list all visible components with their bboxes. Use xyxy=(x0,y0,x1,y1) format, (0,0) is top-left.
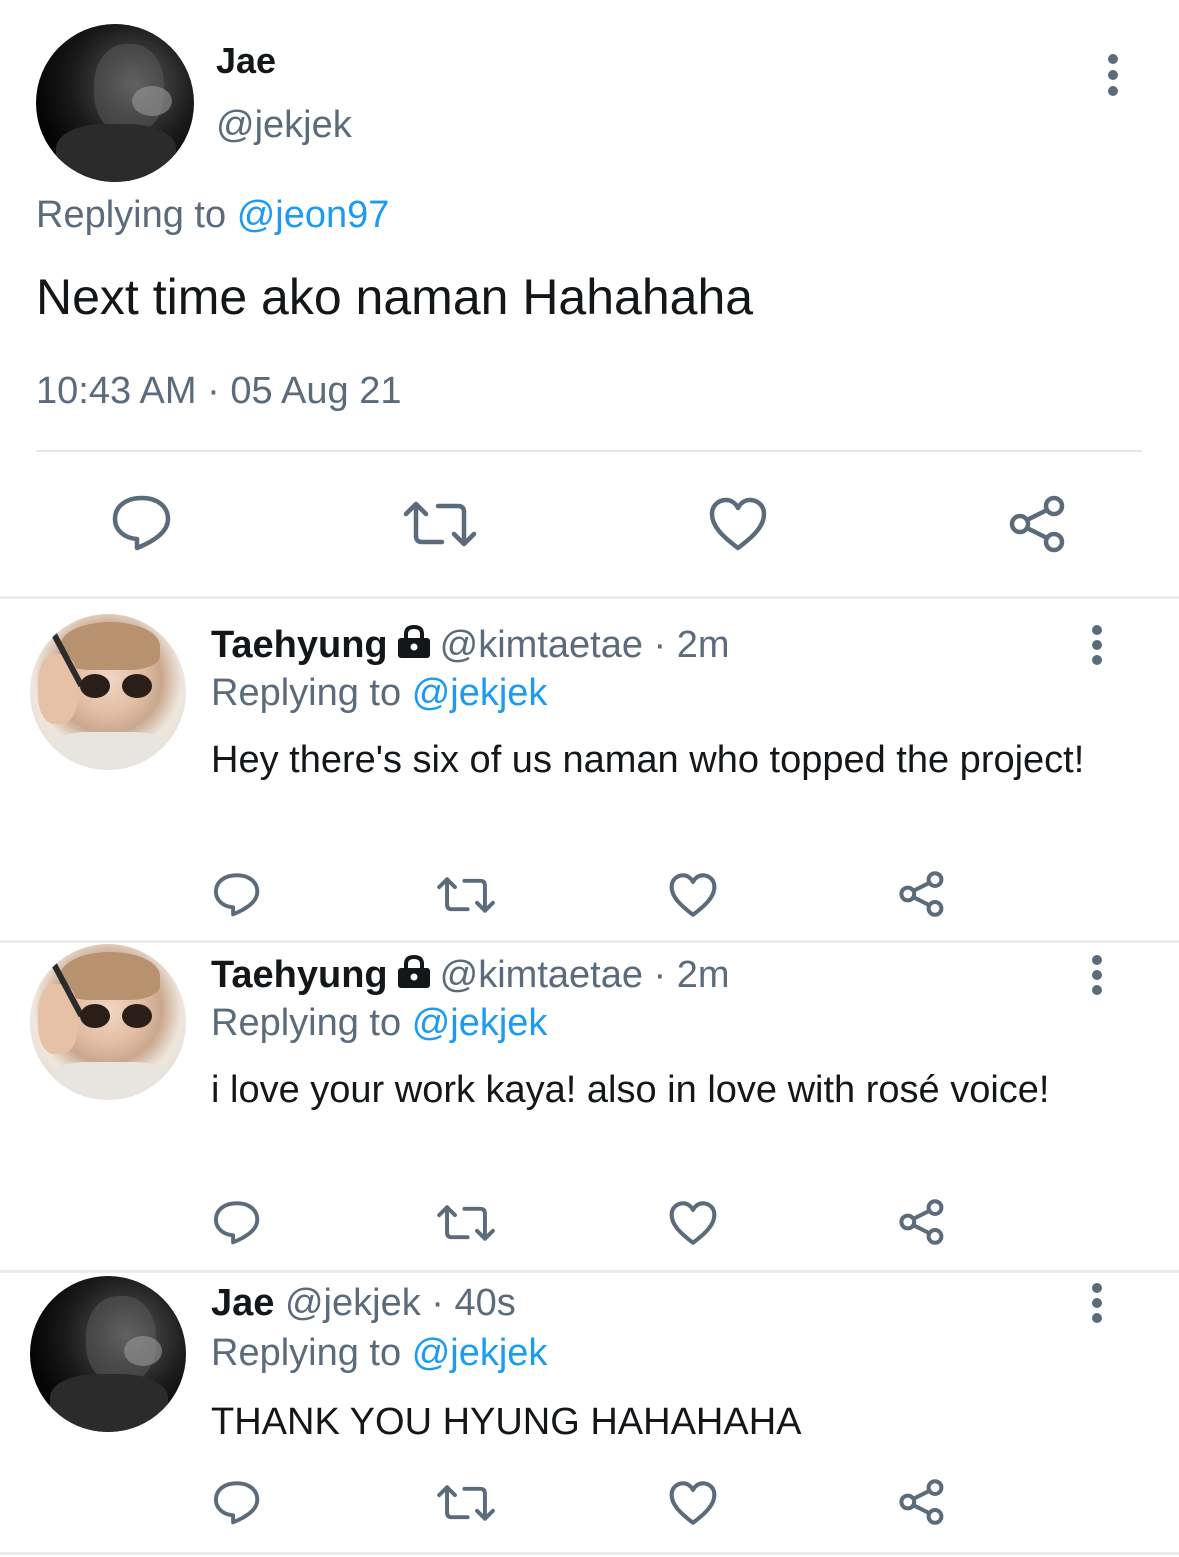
reply-time: · 40s xyxy=(431,1282,516,1324)
like-icon[interactable] xyxy=(668,1480,718,1526)
tweet-text: Next time ako naman Hahahaha xyxy=(36,269,754,325)
author-handle[interactable]: @jekjek xyxy=(285,1282,421,1324)
like-icon[interactable] xyxy=(668,872,718,918)
reply-header: Taehyung @kimtaetae · 2m xyxy=(211,954,730,997)
like-icon[interactable] xyxy=(708,496,768,552)
share-icon[interactable] xyxy=(898,1478,948,1526)
lock-icon xyxy=(394,955,434,989)
reply-header: Taehyung @kimtaetae · 2m xyxy=(211,624,730,667)
replying-label: Replying to xyxy=(211,1332,402,1374)
reply-icon[interactable] xyxy=(212,1478,262,1526)
share-icon[interactable] xyxy=(898,1198,948,1246)
replying-to-link[interactable]: @jekjek xyxy=(412,1002,548,1044)
reply-time: · 2m xyxy=(653,624,730,666)
retweet-icon[interactable] xyxy=(436,876,496,914)
replying-to: Replying to @jekjek xyxy=(211,1332,547,1375)
retweet-icon[interactable] xyxy=(436,1484,496,1522)
more-options-icon[interactable] xyxy=(1084,954,1110,996)
more-options-icon[interactable] xyxy=(1084,1282,1110,1324)
avatar[interactable] xyxy=(30,944,186,1100)
replying-label: Replying to xyxy=(36,194,227,236)
avatar[interactable] xyxy=(36,24,194,182)
retweet-icon[interactable] xyxy=(436,1204,496,1242)
avatar[interactable] xyxy=(30,1276,186,1432)
section-divider xyxy=(0,596,1179,599)
tweet-timestamp: 10:43 AM · 05 Aug 21 xyxy=(36,370,402,412)
author-handle[interactable]: @kimtaetae xyxy=(440,624,643,666)
like-icon[interactable] xyxy=(668,1200,718,1246)
section-divider xyxy=(0,940,1179,943)
reply-time: · 2m xyxy=(653,954,730,996)
reply-icon[interactable] xyxy=(212,1198,262,1246)
reply-text: THANK YOU HYUNG HAHAHAHA xyxy=(211,1401,802,1443)
author-name[interactable]: Taehyung xyxy=(211,954,388,996)
action-bar xyxy=(0,868,1179,924)
action-bar xyxy=(0,1196,1179,1252)
share-icon[interactable] xyxy=(1008,494,1070,554)
reply-text: Hey there's six of us naman who topped t… xyxy=(211,739,1085,781)
replying-to: Replying to @jekjek xyxy=(211,1002,547,1045)
reply-text: i love your work kaya! also in love with… xyxy=(211,1069,1050,1111)
reply-header: Jae @jekjek · 40s xyxy=(211,1282,516,1325)
action-bar xyxy=(0,488,1179,560)
author-name[interactable]: Taehyung xyxy=(211,624,388,666)
author-name[interactable]: Jae xyxy=(216,40,276,82)
replying-label: Replying to xyxy=(211,672,402,714)
more-options-icon[interactable] xyxy=(1098,52,1128,98)
author-handle[interactable]: @jekjek xyxy=(216,104,352,147)
author-name[interactable]: Jae xyxy=(211,1282,274,1324)
reply-icon[interactable] xyxy=(212,870,262,918)
replying-label: Replying to xyxy=(211,1002,402,1044)
action-bar xyxy=(0,1476,1179,1532)
replying-to: Replying to @jeon97 xyxy=(36,194,389,237)
reply-icon[interactable] xyxy=(110,492,174,552)
lock-icon xyxy=(394,625,434,659)
avatar[interactable] xyxy=(30,614,186,770)
author-handle[interactable]: @kimtaetae xyxy=(440,954,643,996)
replying-to-link[interactable]: @jekjek xyxy=(412,672,548,714)
replying-to-link[interactable]: @jeon97 xyxy=(237,194,390,236)
section-divider xyxy=(0,1270,1179,1273)
divider xyxy=(36,450,1142,452)
more-options-icon[interactable] xyxy=(1084,624,1110,666)
section-divider xyxy=(0,1552,1179,1555)
share-icon[interactable] xyxy=(898,870,948,918)
replying-to: Replying to @jekjek xyxy=(211,672,547,715)
replying-to-link[interactable]: @jekjek xyxy=(412,1332,548,1374)
retweet-icon[interactable] xyxy=(402,500,478,548)
